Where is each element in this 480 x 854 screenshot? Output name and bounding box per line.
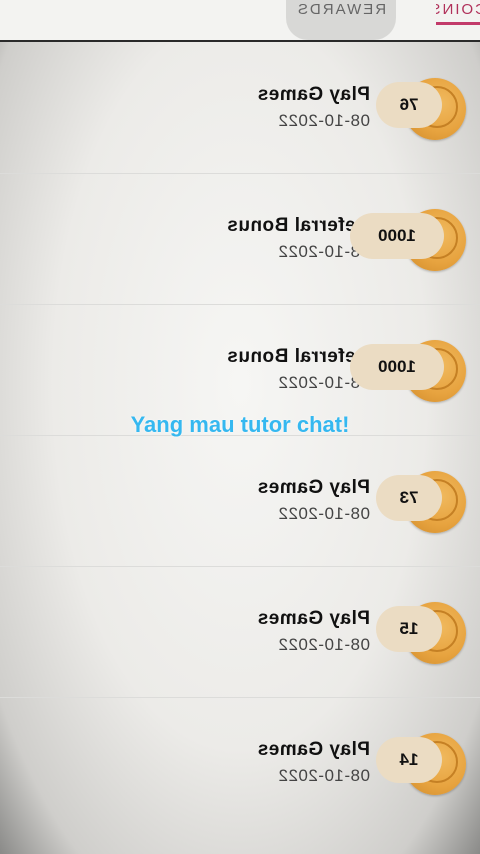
tab-coins[interactable]: COINS xyxy=(436,0,480,25)
app-screen: COINS REWARDS Play Games 08-10-2022 76 R… xyxy=(0,0,480,854)
transaction-row[interactable]: Play Games 08-10-2022 14 xyxy=(0,697,480,828)
transaction-row[interactable]: Play Games 08-10-2022 15 xyxy=(0,566,480,698)
tab-rewards[interactable]: REWARDS xyxy=(286,0,396,40)
transaction-date: 08-10-2022 xyxy=(278,111,370,130)
transaction-title: Play Games xyxy=(257,84,370,105)
tab-rewards-label: REWARDS xyxy=(295,1,387,18)
transaction-date: 08-10-2022 xyxy=(278,766,370,785)
overlay-caption: Yang mau tutor chat! xyxy=(130,412,350,437)
transaction-title: Referral Bonus xyxy=(226,215,370,236)
transaction-row[interactable]: Referral Bonus 08-10-2022 1000 xyxy=(0,173,480,305)
amount-badge: 76 xyxy=(376,82,442,128)
amount-badge: 15 xyxy=(376,606,442,652)
transaction-row[interactable]: Play Games 08-10-2022 73 xyxy=(0,435,480,567)
tab-coins-label: COINS xyxy=(436,1,480,18)
transaction-date: 08-10-2022 xyxy=(278,504,370,523)
transaction-title: Play Games xyxy=(257,608,370,629)
transaction-title: Play Games xyxy=(257,477,370,498)
transaction-title: Play Games xyxy=(257,739,370,760)
amount-badge: 1000 xyxy=(350,213,444,259)
transaction-date: 08-10-2022 xyxy=(278,635,370,654)
amount-badge: 73 xyxy=(376,475,442,521)
amount-badge: 14 xyxy=(376,737,442,783)
transaction-title: Referral Bonus xyxy=(226,346,370,367)
tab-bar: COINS REWARDS xyxy=(0,0,480,42)
transaction-row[interactable]: Play Games 08-10-2022 76 xyxy=(0,42,480,174)
amount-badge: 1000 xyxy=(350,344,444,390)
